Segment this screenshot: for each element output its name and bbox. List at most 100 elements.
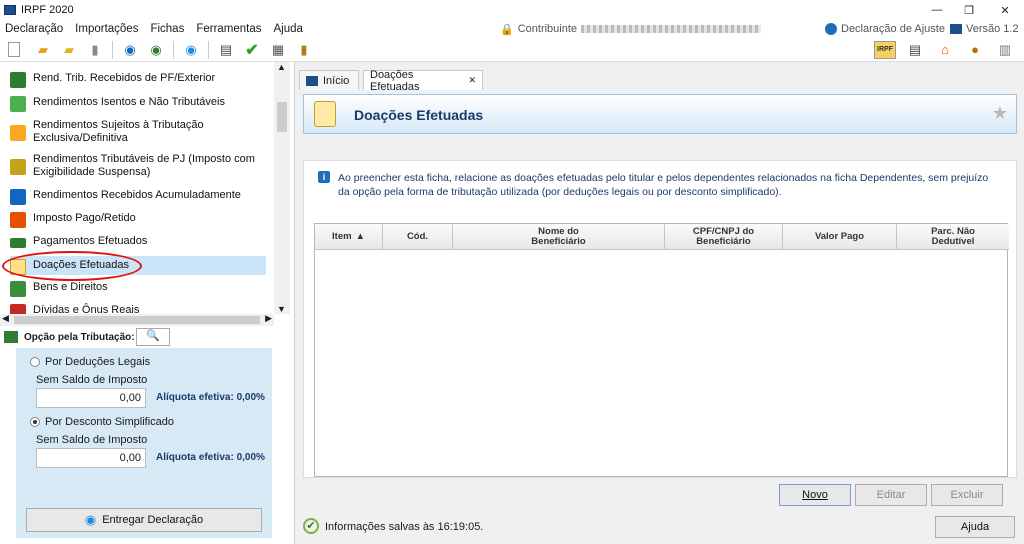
nav-vertical-scrollbar[interactable]: ▲ ▼ — [274, 62, 290, 314]
globe-send-icon[interactable]: ◉ — [182, 41, 200, 59]
lion-icon[interactable]: ● — [966, 41, 984, 59]
column-label: Nome do Beneficiário — [531, 225, 586, 247]
tax-option-icon — [4, 331, 18, 343]
menu-ajuda[interactable]: Ajuda — [274, 23, 303, 35]
toolbar-separator — [208, 40, 209, 59]
globe-send-icon: ◉ — [84, 512, 97, 527]
version-icon — [950, 24, 962, 34]
nav-item-pagamentos[interactable]: Pagamentos Efetuados — [10, 235, 266, 251]
contribuinte-info: 🔒 Contribuinte — [500, 20, 762, 38]
column-header-valor-pago[interactable]: Valor Pago — [783, 224, 897, 250]
nav-item-label: Bens e Direitos — [33, 281, 108, 293]
nav-item-label: Rendimentos Isentos e Não Tributáveis — [33, 96, 225, 108]
checkmark-icon[interactable]: ✔ — [243, 41, 261, 59]
minimize-button[interactable]: — — [920, 0, 954, 20]
scroll-left-arrow-icon[interactable]: ◀ — [2, 313, 9, 324]
app-icon — [4, 5, 16, 15]
button-label: Excluir — [950, 489, 984, 501]
close-button[interactable]: ✕ — [988, 0, 1022, 20]
nav-item-rend-acumulados[interactable]: Rendimentos Recebidos Acumuladamente — [10, 189, 266, 205]
print-icon[interactable]: ▤ — [217, 41, 235, 59]
submit-declaration-button[interactable]: ◉ Entregar Declaração — [26, 508, 262, 532]
nav-item-doacoes[interactable]: Doações Efetuadas — [10, 256, 266, 275]
scale-icon — [10, 159, 26, 175]
book-icon[interactable]: ▮ — [295, 41, 313, 59]
radio-deducoes-legais[interactable]: Por Deduções Legais — [30, 356, 150, 368]
tab-doacoes[interactable]: Doações Efetuadas ✕ — [363, 69, 483, 93]
nav-item-rend-exclusiva[interactable]: Rendimentos Sujeitos à Tributação Exclus… — [10, 119, 266, 147]
help-book-icon[interactable]: ▥ — [996, 41, 1014, 59]
globe-check-icon[interactable]: ◉ — [147, 41, 165, 59]
nav-item-label: Rendimentos Sujeitos à Tributação Exclus… — [33, 119, 204, 144]
home-tab-icon — [306, 75, 318, 86]
tax-option-title: Opção pela Tributação: — [24, 332, 135, 343]
favorite-star-icon[interactable]: ★ — [992, 103, 1008, 124]
menu-fichas[interactable]: Fichas — [150, 23, 184, 35]
scroll-thumb[interactable] — [277, 102, 287, 132]
banknote-icon — [10, 238, 26, 248]
new-file-icon[interactable] — [8, 42, 20, 57]
declaration-type-label: Declaração de Ajuste — [841, 23, 945, 35]
column-header-nome[interactable]: Nome do Beneficiário — [453, 224, 665, 250]
scroll-thumb[interactable] — [14, 316, 260, 324]
globe-arrow-icon[interactable]: ◉ — [121, 41, 139, 59]
keyboard-icon[interactable]: ▤ — [906, 41, 924, 59]
nav-item-rend-isentos[interactable]: Rendimentos Isentos e Não Tributáveis — [10, 96, 266, 112]
nav-item-label: Doações Efetuadas — [33, 259, 130, 271]
column-header-item[interactable]: Item ▲ — [315, 224, 383, 250]
scroll-down-arrow-icon[interactable]: ▼ — [277, 304, 286, 314]
column-label: Item — [332, 230, 352, 242]
status-text: Informações salvas às 16:19:05. — [325, 521, 484, 533]
search-button[interactable]: 🔍 — [136, 328, 170, 346]
column-header-cpf-cnpj[interactable]: CPF/CNPJ do Beneficiário — [665, 224, 783, 250]
debt-icon — [10, 304, 26, 314]
nav-horizontal-scrollbar[interactable]: ◀ ▶ — [0, 313, 274, 326]
edit-button[interactable]: Editar — [855, 484, 927, 506]
declaration-type-info: Declaração de Ajuste — [825, 20, 945, 38]
nav-item-label: Rendimentos Recebidos Acumuladamente — [33, 189, 241, 201]
scroll-right-arrow-icon[interactable]: ▶ — [265, 313, 272, 324]
close-tab-icon[interactable]: ✕ — [468, 75, 476, 86]
home-icon[interactable]: ⌂ — [936, 41, 954, 59]
button-label: Editar — [876, 489, 906, 501]
nav-item-bens[interactable]: Bens e Direitos — [10, 281, 266, 297]
folder-icon[interactable]: ▰ — [60, 41, 78, 59]
simplified-value-field: 0,00 — [36, 448, 146, 468]
left-navigation-pane: Rend. Trib. Recebidos de PF/Exterior Ren… — [0, 62, 294, 544]
info-text: Ao preencher esta ficha, relacione as do… — [338, 172, 989, 198]
new-button[interactable]: Novo — [779, 484, 851, 506]
nav-item-rend-trib-pf[interactable]: Rend. Trib. Recebidos de PF/Exterior — [10, 72, 266, 88]
column-label: CPF/CNPJ do Beneficiário — [692, 225, 755, 247]
open-folder-icon[interactable]: ▰ — [34, 41, 52, 59]
nav-item-label: Dívidas e Ônus Reais — [33, 304, 140, 314]
warning-document-icon — [10, 125, 26, 141]
irpf-logo-icon[interactable]: IRPF — [874, 40, 896, 59]
delete-button[interactable]: Excluir — [931, 484, 1003, 506]
nav-item-rend-pj-suspensa[interactable]: Rendimentos Tributáveis de PJ (Imposto c… — [10, 153, 266, 181]
trash-icon[interactable]: ▮ — [86, 41, 104, 59]
tax-paid-icon — [10, 212, 26, 228]
menu-ferramentas[interactable]: Ferramentas — [196, 23, 261, 35]
column-header-cod[interactable]: Cód. — [383, 224, 453, 250]
scroll-up-arrow-icon[interactable]: ▲ — [277, 62, 286, 72]
menu-declaracao[interactable]: Declaração — [5, 23, 63, 35]
column-label: Valor Pago — [814, 230, 865, 242]
tab-inicio[interactable]: Início — [299, 70, 359, 90]
help-button[interactable]: Ajuda — [935, 516, 1015, 538]
declaration-icon — [825, 23, 837, 35]
contribuinte-name-redacted — [581, 25, 762, 33]
document-check-icon — [10, 96, 26, 112]
version-info: Versão 1.2 — [950, 20, 1019, 38]
nav-item-label: Rend. Trib. Recebidos de PF/Exterior — [33, 72, 216, 84]
fichas-list: Rend. Trib. Recebidos de PF/Exterior Ren… — [0, 62, 274, 314]
nav-item-imposto-pago[interactable]: Imposto Pago/Retido — [10, 212, 266, 228]
column-label: Cód. — [406, 230, 429, 242]
maximize-button[interactable]: ❐ — [952, 0, 986, 20]
tab-label: Início — [323, 74, 350, 87]
calculator-icon[interactable]: ▦ — [269, 41, 287, 59]
assets-icon — [10, 281, 26, 297]
radio-desconto-simplificado[interactable]: Por Desconto Simplificado — [30, 416, 174, 428]
menu-importacoes[interactable]: Importações — [75, 23, 138, 35]
nav-item-dividas[interactable]: Dívidas e Ônus Reais — [10, 304, 266, 314]
column-header-parc-nao-dedutivel[interactable]: Parc. Não Dedutível — [897, 224, 1009, 250]
